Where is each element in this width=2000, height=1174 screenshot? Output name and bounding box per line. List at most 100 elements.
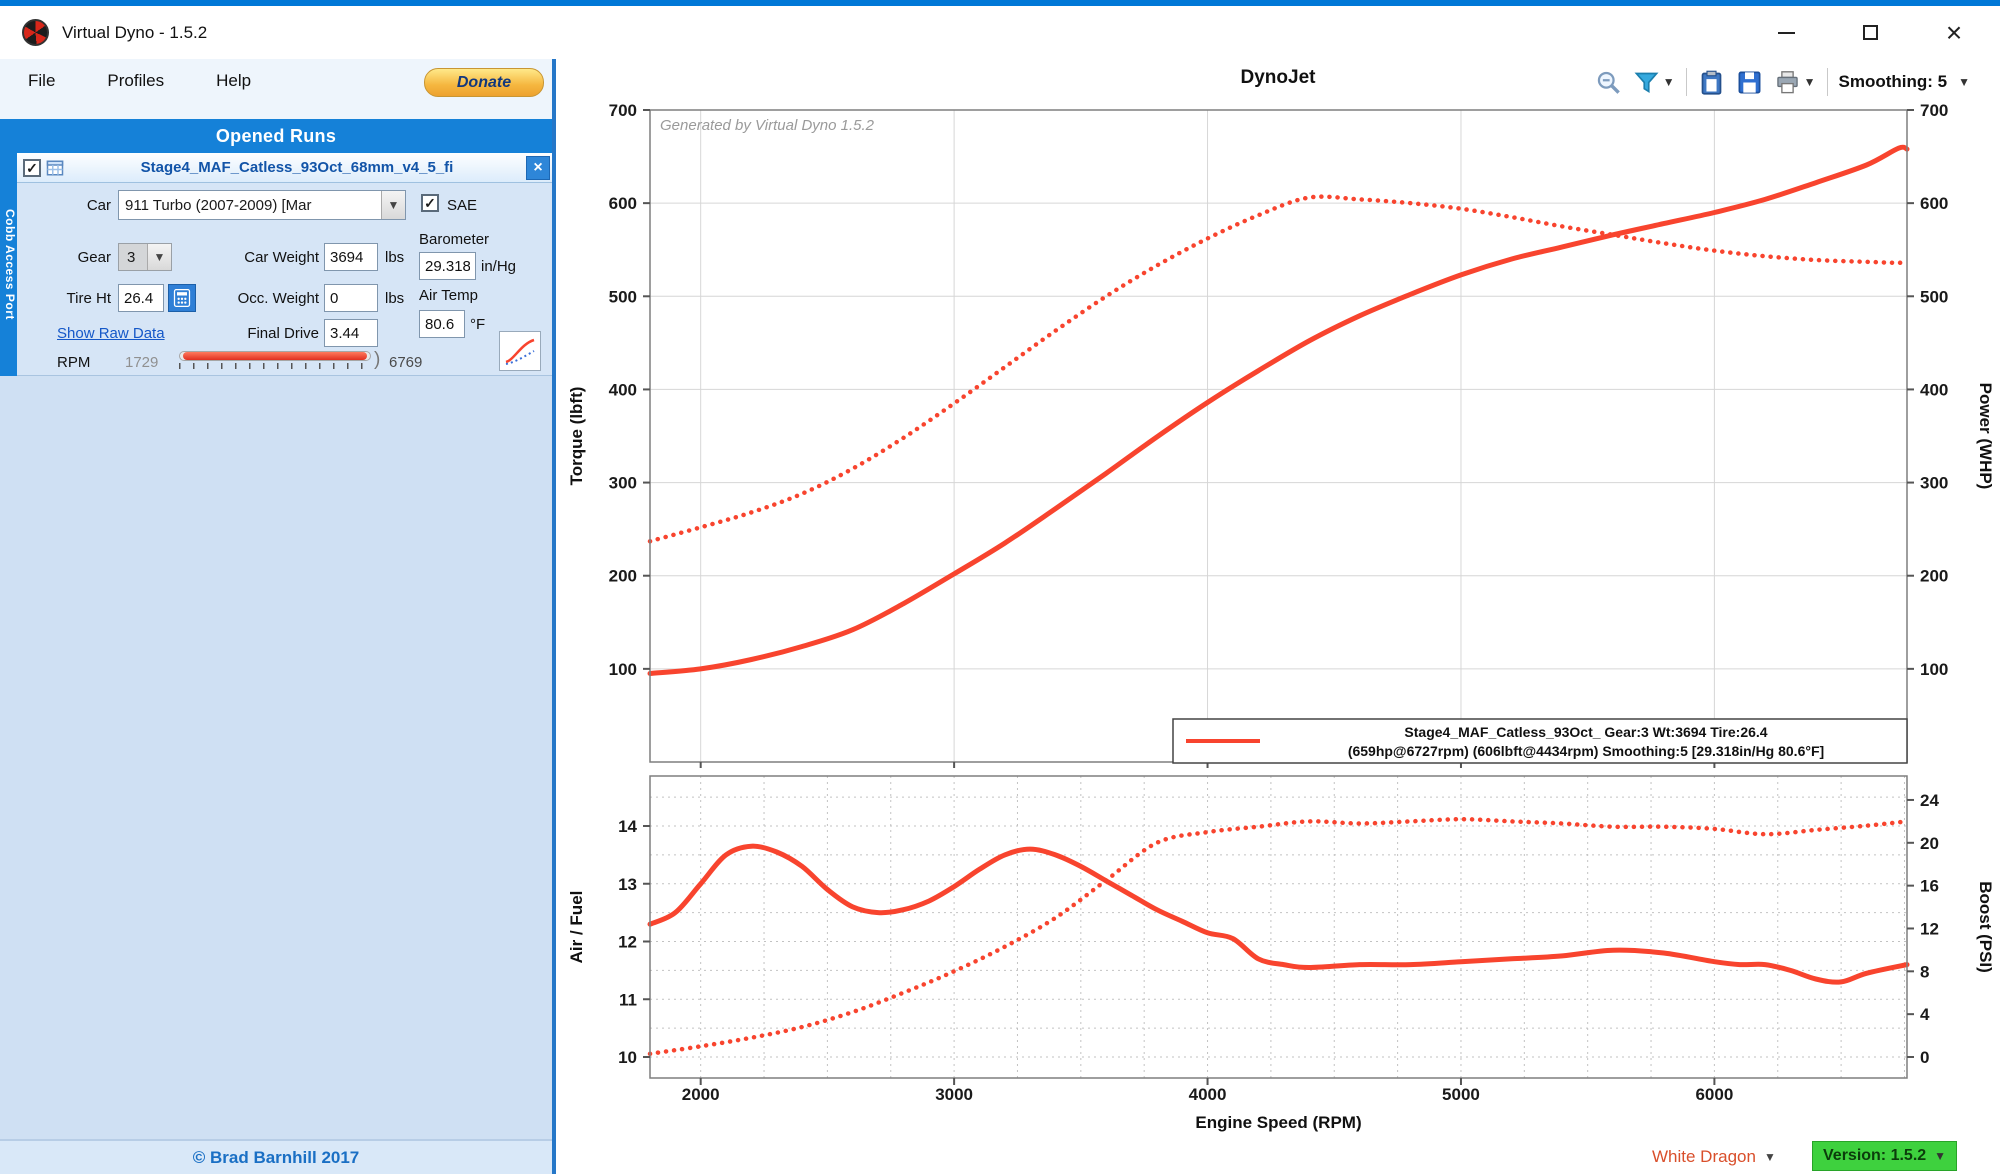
run-file-icon: [46, 159, 64, 177]
dyno-charts: Generated by Virtual Dyno 1.5.2100100200…: [556, 102, 2000, 1137]
air-temp-field[interactable]: [419, 310, 465, 338]
tire-height-label: Tire Ht: [17, 290, 111, 307]
toolbar-separator: [1686, 68, 1687, 96]
dynojet-chart: Generated by Virtual Dyno 1.5.2100100200…: [567, 102, 1995, 768]
close-button[interactable]: ×: [1912, 6, 1996, 59]
run-color-style-button[interactable]: [499, 331, 541, 371]
afr-curve: [650, 846, 1907, 982]
version-dropdown[interactable]: Version: 1.5.2 ▼: [1812, 1141, 1957, 1171]
torque-tick-label: 700: [609, 102, 637, 120]
barometer-field[interactable]: [419, 252, 476, 280]
zoom-out-icon[interactable]: [1595, 69, 1622, 96]
afr-tick-label: 10: [618, 1048, 637, 1067]
rpm-range-slider[interactable]: [179, 351, 371, 371]
afr-tick-label: 12: [618, 933, 637, 952]
version-dropdown-caret: ▼: [1934, 1149, 1946, 1163]
menubar: File Profiles Help Donate: [0, 59, 552, 119]
run-title: Stage4_MAF_Catless_93Oct_68mm_v4_5_fi: [69, 159, 525, 176]
run-card: Stage4_MAF_Catless_93Oct_68mm_v4_5_fi × …: [17, 153, 552, 376]
x-axis-title: Engine Speed (RPM): [1195, 1113, 1361, 1132]
rpm-tick-label: 6000: [1695, 1085, 1733, 1104]
rpm-label: RPM: [57, 354, 90, 371]
rpm-max-value: 6769: [389, 354, 422, 371]
donate-button[interactable]: Donate: [424, 68, 544, 97]
chart-area: DynoJet ▼: [556, 59, 2000, 1174]
torque-tick-label: 600: [609, 194, 637, 213]
occ-weight-unit: lbs: [385, 290, 404, 307]
run-enabled-checkbox[interactable]: [23, 159, 41, 177]
afr-tick-label: 13: [618, 875, 637, 894]
boost-tick-label: 16: [1920, 877, 1939, 896]
smoothing-dropdown[interactable]: Smoothing: 5: [1839, 72, 1948, 92]
boost-tick-label: 24: [1920, 791, 1939, 810]
toolbar-separator: [1827, 68, 1828, 96]
minimize-button[interactable]: [1744, 6, 1828, 59]
curve-style-icon: [503, 335, 537, 367]
power-tick-label: 400: [1920, 380, 1948, 399]
occ-weight-label: Occ. Weight: [167, 290, 319, 307]
car-select-value: 911 Turbo (2007-2009) [Mar: [119, 197, 381, 214]
final-drive-field[interactable]: [324, 319, 378, 347]
air-temp-label: Air Temp: [419, 287, 478, 304]
power-tick-label: 200: [1920, 567, 1948, 586]
show-raw-data-link[interactable]: Show Raw Data: [57, 325, 165, 342]
tire-height-field[interactable]: [118, 284, 164, 312]
torque-tick-label: 500: [609, 287, 637, 306]
rpm-tick-label: 3000: [935, 1085, 973, 1104]
afr-boost-chart: 1011121314048121620242000300040005000600…: [567, 776, 1995, 1132]
torque-tick-label: 400: [609, 380, 637, 399]
version-dropdown-value: Version: 1.5.2: [1823, 1147, 1926, 1165]
power-axis-title: Power (WHP): [1976, 383, 1995, 490]
titlebar[interactable]: Virtual Dyno - 1.5.2 ×: [0, 6, 2000, 59]
boost-tick-label: 8: [1920, 962, 1929, 981]
power-tick-label: 600: [1920, 194, 1948, 213]
torque-axis-title: Torque (lbft): [567, 387, 586, 486]
boost-tick-label: 4: [1920, 1005, 1930, 1024]
chart-title: DynoJet: [1178, 67, 1378, 89]
rpm-tick-label: 2000: [682, 1085, 720, 1104]
car-label: Car: [17, 197, 111, 214]
occ-weight-field[interactable]: [324, 284, 378, 312]
run-title-row[interactable]: Stage4_MAF_Catless_93Oct_68mm_v4_5_fi ×: [17, 153, 552, 183]
car-weight-label: Car Weight: [167, 249, 319, 266]
filter-icon[interactable]: [1633, 69, 1660, 96]
torque-tick-label: 100: [609, 660, 637, 679]
menu-help[interactable]: Help: [216, 71, 251, 91]
paste-icon[interactable]: [1698, 69, 1725, 96]
smoothing-dropdown-caret[interactable]: ▼: [1958, 75, 1970, 89]
rpm-slider-track: [179, 351, 371, 361]
run-close-button[interactable]: ×: [526, 156, 550, 180]
maximize-icon: [1863, 25, 1878, 40]
car-weight-field[interactable]: [324, 243, 378, 271]
print-icon[interactable]: [1774, 69, 1801, 96]
maximize-button[interactable]: [1828, 6, 1912, 59]
car-weight-unit: lbs: [385, 249, 404, 266]
rpm-slider-fill: [183, 352, 367, 360]
menu-profiles[interactable]: Profiles: [107, 71, 164, 91]
gear-select[interactable]: 3 ▼: [118, 243, 172, 271]
print-dropdown-caret[interactable]: ▼: [1804, 75, 1816, 89]
sae-checkbox[interactable]: [421, 194, 439, 212]
power-tick-label: 500: [1920, 287, 1948, 306]
skin-dropdown[interactable]: White Dragon ▼: [1652, 1147, 1776, 1167]
rpm-min-value: 1729: [125, 354, 158, 371]
filter-dropdown-caret[interactable]: ▼: [1663, 75, 1675, 89]
skin-dropdown-caret: ▼: [1764, 1150, 1776, 1164]
sae-label: SAE: [447, 197, 477, 214]
minimize-icon: [1778, 32, 1795, 34]
car-select[interactable]: 911 Turbo (2007-2009) [Mar ▼: [118, 190, 406, 220]
boost-axis-title: Boost (PSI): [1976, 881, 1995, 973]
final-drive-label: Final Drive: [167, 325, 319, 342]
save-icon[interactable]: [1736, 69, 1763, 96]
copyright-footer: © Brad Barnhill 2017: [0, 1139, 552, 1174]
barometer-unit: in/Hg: [481, 258, 516, 275]
cobb-access-port-tab[interactable]: Cobb Access Port: [0, 153, 17, 376]
power-tick-label: 300: [1920, 474, 1948, 493]
menu-file[interactable]: File: [28, 71, 55, 91]
torque-curve: [650, 197, 1907, 542]
window-title: Virtual Dyno - 1.5.2: [62, 23, 207, 43]
rpm-tick-label: 5000: [1442, 1085, 1480, 1104]
legend-line1: Stage4_MAF_Catless_93Oct_ Gear:3 Wt:3694…: [1404, 724, 1767, 740]
rpm-slider-endcap: ): [374, 349, 380, 371]
boost-tick-label: 0: [1920, 1048, 1929, 1067]
